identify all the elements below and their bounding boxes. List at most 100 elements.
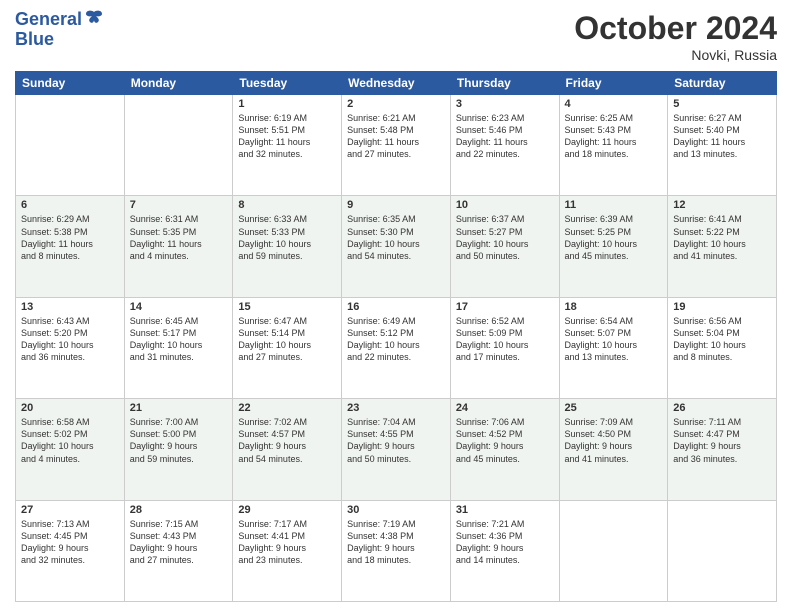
day-info: Sunrise: 6:49 AM Sunset: 5:12 PM Dayligh… (347, 315, 445, 364)
header: General Blue October 2024 Novki, Russia (15, 10, 777, 63)
day-info: Sunrise: 6:41 AM Sunset: 5:22 PM Dayligh… (673, 213, 771, 262)
day-info: Sunrise: 6:56 AM Sunset: 5:04 PM Dayligh… (673, 315, 771, 364)
calendar-cell: 29Sunrise: 7:17 AM Sunset: 4:41 PM Dayli… (233, 500, 342, 601)
calendar-cell: 11Sunrise: 6:39 AM Sunset: 5:25 PM Dayli… (559, 196, 668, 297)
day-number: 12 (673, 199, 771, 211)
day-number: 20 (21, 402, 119, 414)
calendar-cell: 31 Sunrise: 7:21 AM Sunset: 4:36 PM Dayli… (450, 500, 559, 601)
calendar-week-2: 6 Sunrise: 6:29 AM Sunset: 5:38 PM Daylig… (16, 196, 777, 297)
day-info: Sunrise: 6:54 AM Sunset: 5:07 PM Dayligh… (565, 315, 663, 364)
day-info: Sunrise: 6:19 AM Sunset: 5:51 PM Dayligh… (238, 112, 336, 161)
day-number: 29 (238, 504, 336, 516)
day-info: Sunrise: 6:33 AM Sunset: 5:33 PM Dayligh… (238, 213, 336, 262)
day-info: Sunrise: 6:23 AM Sunset: 5:46 PM Dayligh… (456, 112, 554, 161)
calendar-cell: 16Sunrise: 6:49 AM Sunset: 5:12 PM Dayli… (342, 297, 451, 398)
day-info: Sunrise: 7:13 AM Sunset: 4:45 PM Dayligh… (21, 518, 119, 567)
calendar-cell: 14Sunrise: 6:45 AM Sunset: 5:17 PM Dayli… (124, 297, 233, 398)
day-number: 15 (238, 301, 336, 313)
calendar-week-3: 13 Sunrise: 6:43 AM Sunset: 5:20 PM Dayli… (16, 297, 777, 398)
calendar-cell: 22 Sunrise: 7:02 AM Sunset: 4:57 PM Dayli… (233, 399, 342, 500)
calendar-cell: 27 Sunrise: 7:13 AM Sunset: 4:45 PM Dayli… (16, 500, 125, 601)
day-info: Sunrise: 7:02 AM Sunset: 4:57 PM Dayligh… (238, 416, 336, 465)
calendar-cell: 28Sunrise: 7:15 AM Sunset: 4:43 PM Dayli… (124, 500, 233, 601)
calendar-cell: 24 Sunrise: 7:06 AM Sunset: 4:52 PM Dayli… (450, 399, 559, 500)
day-number: 23 (347, 402, 445, 414)
day-number: 21 (130, 402, 228, 414)
calendar-cell: 12 Sunrise: 6:41 AM Sunset: 5:22 PM Dayli… (668, 196, 777, 297)
weekday-header-sunday: Sunday (16, 72, 125, 95)
day-number: 22 (238, 402, 336, 414)
weekday-header-friday: Friday (559, 72, 668, 95)
title-area: October 2024 Novki, Russia (574, 10, 777, 63)
day-number: 9 (347, 199, 445, 211)
weekday-header-wednesday: Wednesday (342, 72, 451, 95)
day-number: 28 (130, 504, 228, 516)
day-info: Sunrise: 6:35 AM Sunset: 5:30 PM Dayligh… (347, 213, 445, 262)
day-number: 5 (673, 98, 771, 110)
weekday-header-monday: Monday (124, 72, 233, 95)
calendar-cell: 25Sunrise: 7:09 AM Sunset: 4:50 PM Dayli… (559, 399, 668, 500)
calendar-cell: 26 Sunrise: 7:11 AM Sunset: 4:47 PM Dayli… (668, 399, 777, 500)
calendar-cell: 5 Sunrise: 6:27 AM Sunset: 5:40 PM Daylig… (668, 95, 777, 196)
weekday-header-tuesday: Tuesday (233, 72, 342, 95)
day-number: 13 (21, 301, 119, 313)
calendar-cell (16, 95, 125, 196)
day-number: 6 (21, 199, 119, 211)
logo-text-blue: Blue (15, 30, 104, 50)
day-info: Sunrise: 6:31 AM Sunset: 5:35 PM Dayligh… (130, 213, 228, 262)
day-number: 26 (673, 402, 771, 414)
calendar-cell: 9 Sunrise: 6:35 AM Sunset: 5:30 PM Daylig… (342, 196, 451, 297)
calendar-cell: 15 Sunrise: 6:47 AM Sunset: 5:14 PM Dayli… (233, 297, 342, 398)
calendar-cell: 1 Sunrise: 6:19 AM Sunset: 5:51 PM Daylig… (233, 95, 342, 196)
calendar-week-5: 27 Sunrise: 7:13 AM Sunset: 4:45 PM Dayli… (16, 500, 777, 601)
day-info: Sunrise: 7:21 AM Sunset: 4:36 PM Dayligh… (456, 518, 554, 567)
day-number: 25 (565, 402, 663, 414)
day-number: 31 (456, 504, 554, 516)
calendar-cell: 20Sunrise: 6:58 AM Sunset: 5:02 PM Dayli… (16, 399, 125, 500)
calendar-cell: 2 Sunrise: 6:21 AM Sunset: 5:48 PM Daylig… (342, 95, 451, 196)
day-number: 24 (456, 402, 554, 414)
day-number: 30 (347, 504, 445, 516)
day-number: 17 (456, 301, 554, 313)
day-number: 2 (347, 98, 445, 110)
day-info: Sunrise: 6:27 AM Sunset: 5:40 PM Dayligh… (673, 112, 771, 161)
location: Novki, Russia (574, 47, 777, 63)
day-info: Sunrise: 7:06 AM Sunset: 4:52 PM Dayligh… (456, 416, 554, 465)
day-info: Sunrise: 7:11 AM Sunset: 4:47 PM Dayligh… (673, 416, 771, 465)
day-info: Sunrise: 6:39 AM Sunset: 5:25 PM Dayligh… (565, 213, 663, 262)
day-info: Sunrise: 7:00 AM Sunset: 5:00 PM Dayligh… (130, 416, 228, 465)
day-info: Sunrise: 6:43 AM Sunset: 5:20 PM Dayligh… (21, 315, 119, 364)
day-number: 8 (238, 199, 336, 211)
calendar-cell: 21 Sunrise: 7:00 AM Sunset: 5:00 PM Dayli… (124, 399, 233, 500)
calendar-week-4: 20Sunrise: 6:58 AM Sunset: 5:02 PM Dayli… (16, 399, 777, 500)
calendar-cell: 19 Sunrise: 6:56 AM Sunset: 5:04 PM Dayli… (668, 297, 777, 398)
day-number: 1 (238, 98, 336, 110)
calendar-cell: 7Sunrise: 6:31 AM Sunset: 5:35 PM Daylig… (124, 196, 233, 297)
calendar-table: SundayMondayTuesdayWednesdayThursdayFrid… (15, 71, 777, 602)
day-number: 27 (21, 504, 119, 516)
calendar-cell (559, 500, 668, 601)
day-number: 19 (673, 301, 771, 313)
day-number: 14 (130, 301, 228, 313)
weekday-header-thursday: Thursday (450, 72, 559, 95)
day-info: Sunrise: 6:29 AM Sunset: 5:38 PM Dayligh… (21, 213, 119, 262)
calendar-cell: 23Sunrise: 7:04 AM Sunset: 4:55 PM Dayli… (342, 399, 451, 500)
month-title: October 2024 (574, 10, 777, 47)
calendar-cell (668, 500, 777, 601)
weekday-header-row: SundayMondayTuesdayWednesdayThursdayFrid… (16, 72, 777, 95)
weekday-header-saturday: Saturday (668, 72, 777, 95)
day-info: Sunrise: 6:37 AM Sunset: 5:27 PM Dayligh… (456, 213, 554, 262)
day-info: Sunrise: 6:21 AM Sunset: 5:48 PM Dayligh… (347, 112, 445, 161)
calendar-cell (124, 95, 233, 196)
day-number: 3 (456, 98, 554, 110)
calendar-cell: 17Sunrise: 6:52 AM Sunset: 5:09 PM Dayli… (450, 297, 559, 398)
day-info: Sunrise: 6:25 AM Sunset: 5:43 PM Dayligh… (565, 112, 663, 161)
logo-bird-icon (84, 8, 104, 28)
day-number: 4 (565, 98, 663, 110)
logo: General Blue (15, 10, 104, 50)
calendar-cell: 18 Sunrise: 6:54 AM Sunset: 5:07 PM Dayli… (559, 297, 668, 398)
day-info: Sunrise: 6:47 AM Sunset: 5:14 PM Dayligh… (238, 315, 336, 364)
day-number: 18 (565, 301, 663, 313)
calendar-cell: 8 Sunrise: 6:33 AM Sunset: 5:33 PM Daylig… (233, 196, 342, 297)
day-number: 10 (456, 199, 554, 211)
